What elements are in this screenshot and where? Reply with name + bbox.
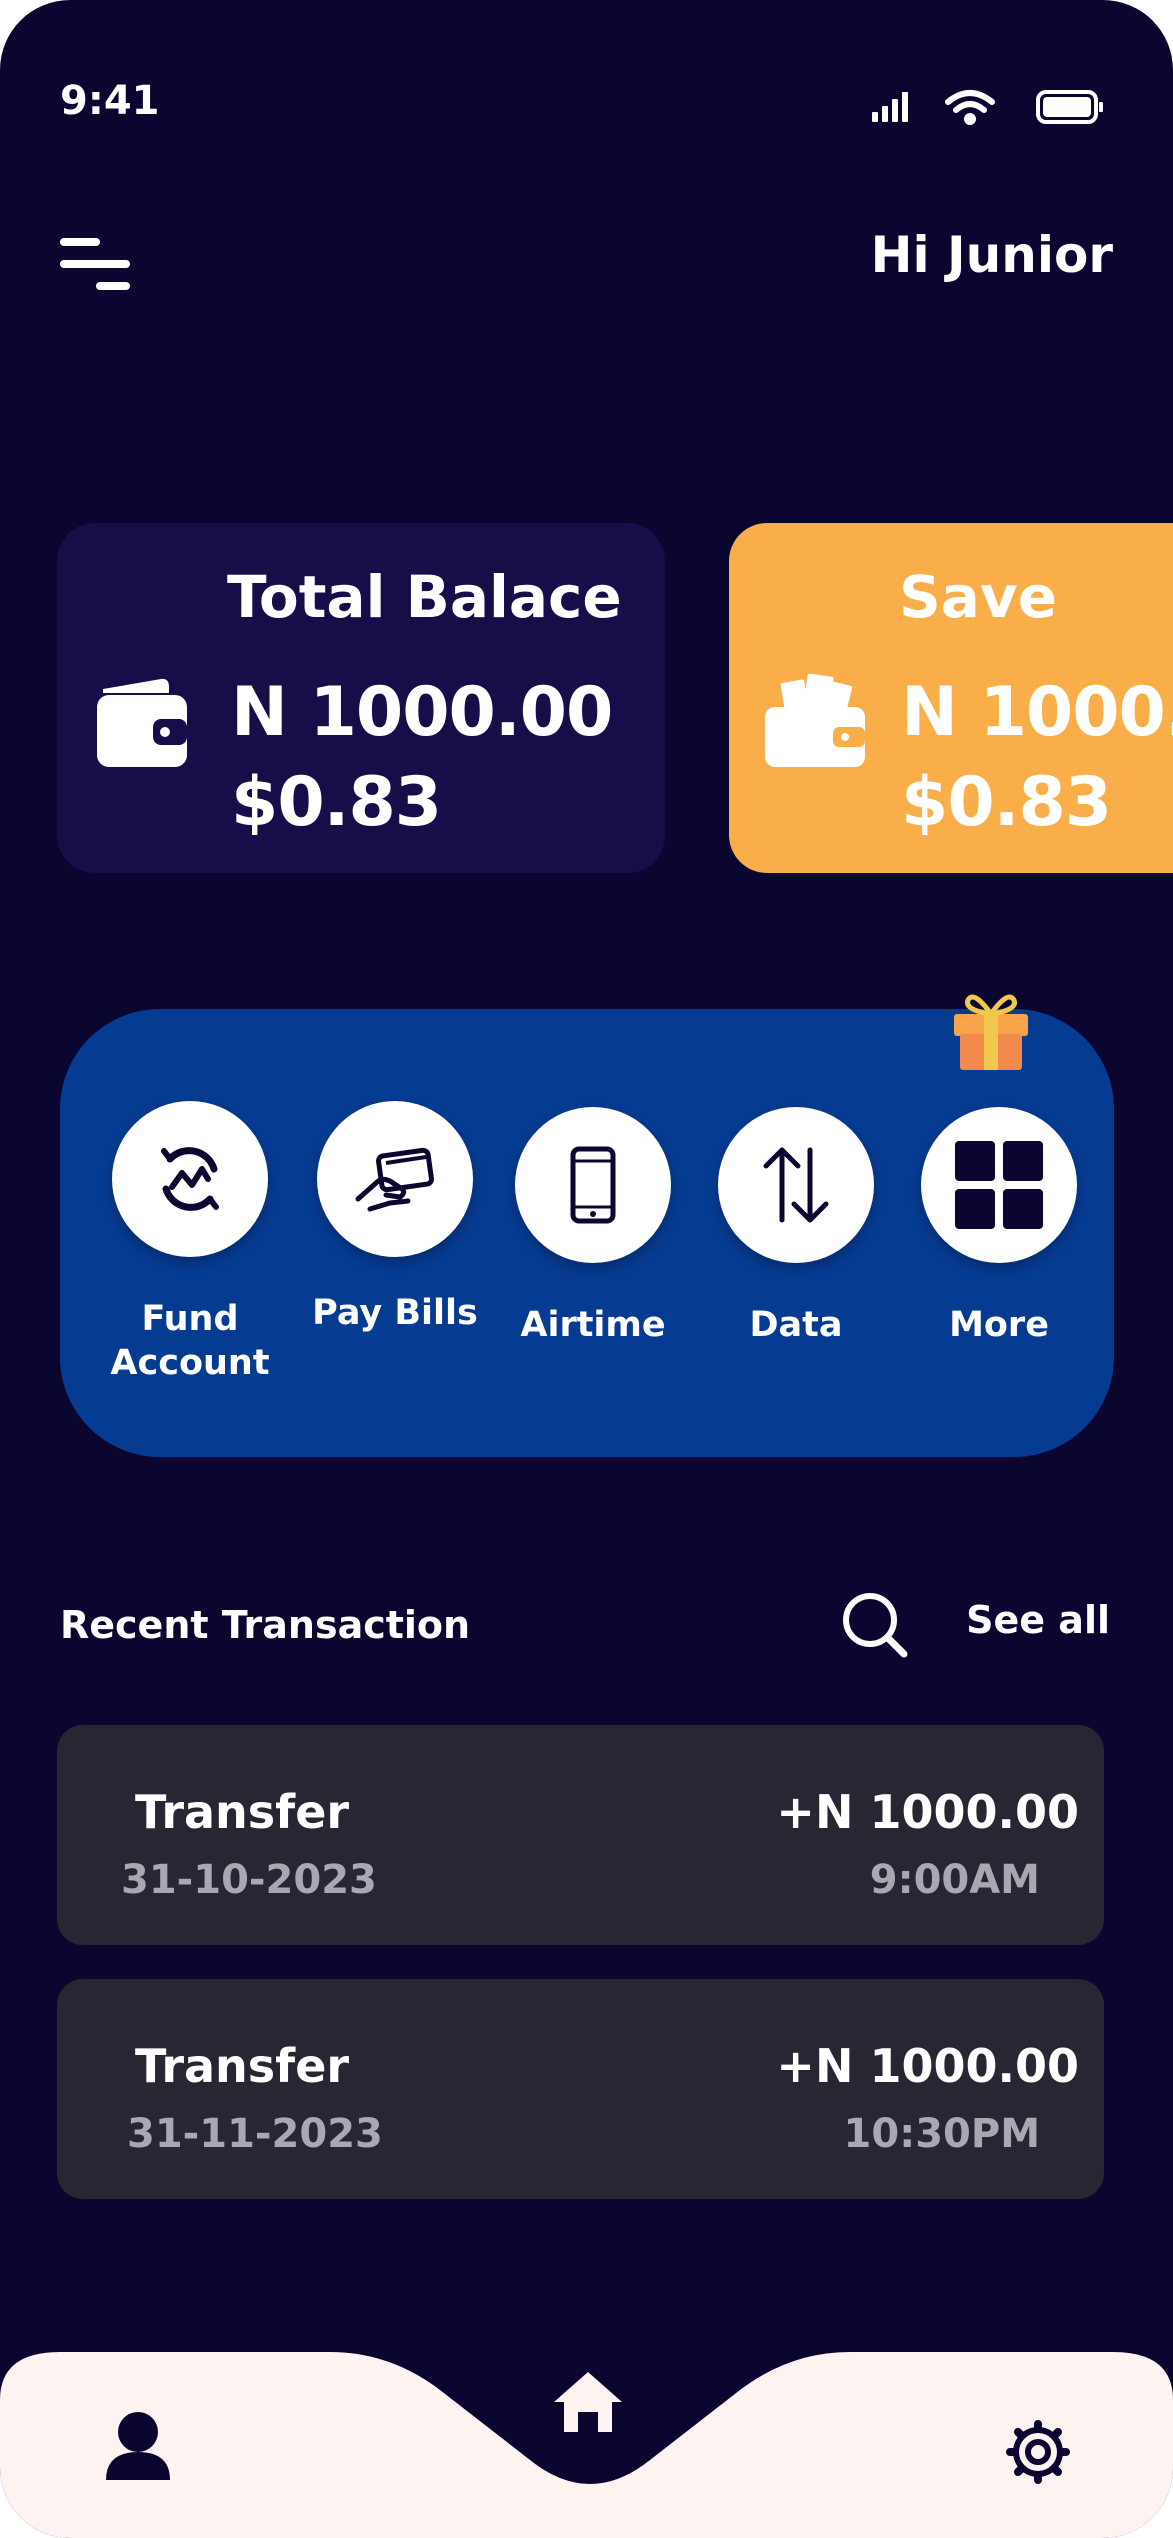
transaction-row[interactable]: Transfer 31-10-2023 +N 1000.00 9:00AM <box>57 1725 1104 1945</box>
save-amount: N 1000.00 <box>901 673 1173 752</box>
menu-icon[interactable] <box>60 236 132 292</box>
cash-wallet-icon <box>765 673 865 767</box>
grid-icon <box>955 1141 1043 1229</box>
pay-bills-button[interactable]: Pay Bills <box>295 1101 495 1335</box>
transaction-date: 31-10-2023 <box>121 1857 377 1903</box>
wallet-icon <box>97 678 187 767</box>
cellular-signal-icon <box>872 92 908 122</box>
more-button[interactable]: More <box>899 1107 1099 1347</box>
airtime-circle <box>515 1107 671 1263</box>
airtime-button[interactable]: Airtime <box>493 1107 693 1347</box>
quick-actions-panel: Fund Account Pay Bills Airtime Data More <box>60 1009 1114 1457</box>
battery-icon <box>1036 90 1103 124</box>
transaction-type: Transfer <box>135 1785 350 1839</box>
status-time: 9:41 <box>60 78 160 124</box>
transaction-amount: +N 1000.00 <box>776 2039 1079 2093</box>
save-card-title: Save <box>899 563 1058 631</box>
more-circle <box>921 1107 1077 1263</box>
data-button[interactable]: Data <box>696 1107 896 1347</box>
balance-usd: $0.83 <box>231 763 442 842</box>
save-usd: $0.83 <box>901 763 1112 842</box>
transaction-time: 10:30PM <box>843 2111 1040 2157</box>
data-circle <box>718 1107 874 1263</box>
settings-nav-button[interactable] <box>984 2396 1094 2506</box>
data-label: Data <box>749 1305 843 1345</box>
recent-transaction-title: Recent Transaction <box>60 1603 471 1647</box>
phone-icon <box>570 1146 616 1224</box>
pay-bills-label: Pay Bills <box>312 1293 478 1333</box>
search-icon[interactable] <box>838 1588 910 1660</box>
transaction-type: Transfer <box>135 2039 350 2093</box>
transaction-date: 31-11-2023 <box>127 2111 383 2157</box>
save-card[interactable]: Save N 1000.00 $0.83 <box>729 523 1173 873</box>
home-nav-button[interactable] <box>538 2350 638 2450</box>
fund-account-button[interactable]: Fund Account <box>90 1101 290 1385</box>
more-label: More <box>949 1305 1049 1345</box>
fund-exchange-icon <box>161 1147 219 1211</box>
profile-nav-button[interactable] <box>84 2390 194 2500</box>
airtime-label: Airtime <box>520 1305 666 1345</box>
transaction-time: 9:00AM <box>869 1857 1040 1903</box>
total-balance-card[interactable]: Total Balace N 1000.00 $0.83 <box>57 523 665 873</box>
fund-account-label: Fund Account <box>110 1299 270 1383</box>
app-screen: 9:41 Hi Junior Total Balace N 1000.00 $0… <box>0 0 1173 2538</box>
wifi-icon <box>945 90 995 125</box>
pay-bills-circle <box>317 1101 473 1257</box>
gift-icon[interactable] <box>948 980 1034 1072</box>
card-hand-icon <box>355 1147 434 1212</box>
greeting: Hi Junior <box>870 226 1113 284</box>
transaction-amount: +N 1000.00 <box>776 1785 1079 1839</box>
balance-amount: N 1000.00 <box>231 673 613 752</box>
balance-card-title: Total Balace <box>227 563 622 631</box>
fund-account-circle <box>112 1101 268 1257</box>
transaction-row[interactable]: Transfer 31-11-2023 +N 1000.00 10:30PM <box>57 1979 1104 2199</box>
see-all-link[interactable]: See all <box>966 1598 1110 1642</box>
arrows-up-down-icon <box>763 1147 829 1223</box>
status-icons <box>872 90 1103 125</box>
